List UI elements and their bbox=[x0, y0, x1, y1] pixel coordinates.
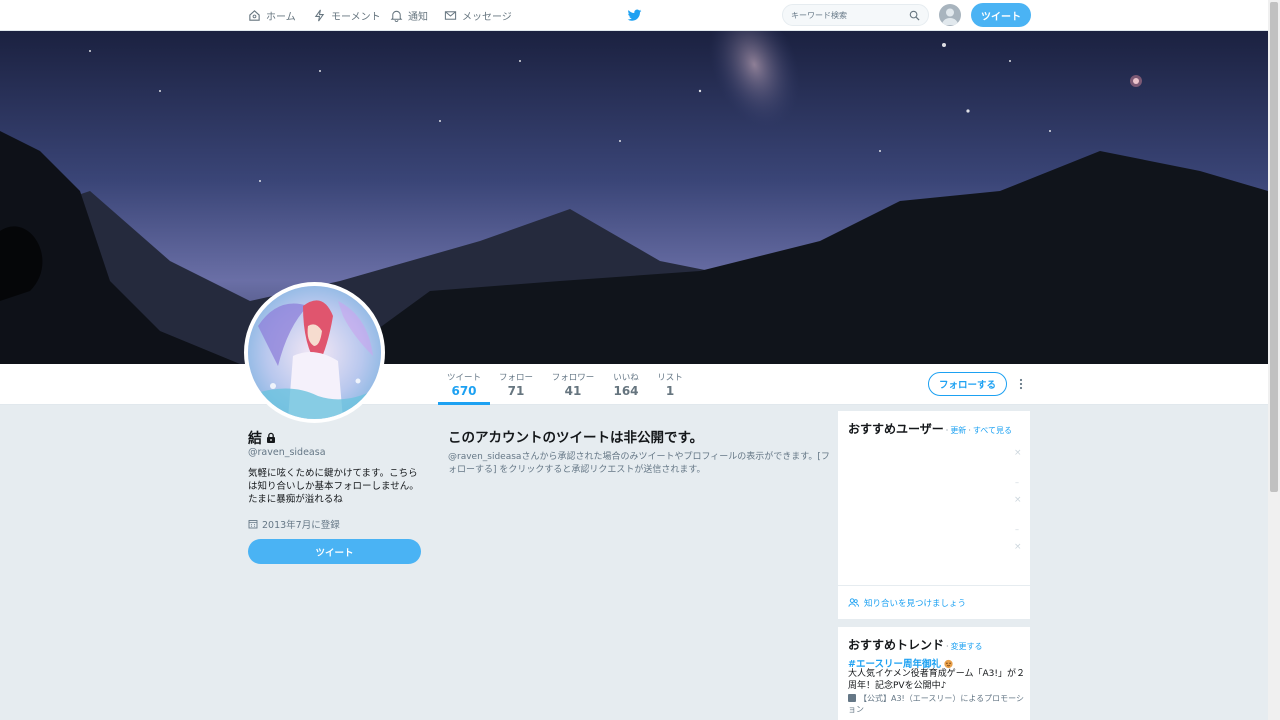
separator-dot: · bbox=[945, 426, 949, 435]
trends-title: おすすめトレンド bbox=[848, 638, 945, 652]
stat-value: 71 bbox=[507, 384, 525, 398]
more-options-icon[interactable] bbox=[1017, 378, 1025, 390]
envelope-icon bbox=[444, 11, 457, 20]
find-friends-link[interactable]: 知り合いを見つけましょう bbox=[838, 585, 1030, 619]
nav-home[interactable]: ホーム bbox=[248, 0, 296, 31]
who-to-follow-header: おすすめユーザー · 更新 · すべて見る bbox=[848, 420, 1012, 437]
trend-promo-text: 【公式】A3!（エースリー）によるプロモーション bbox=[848, 694, 1024, 714]
trends-card: おすすめトレンド · 変更する #エースリー周年御礼 大人気イケメン役者育成ゲー… bbox=[838, 627, 1030, 720]
stat-lists[interactable]: リスト 1 bbox=[653, 371, 687, 398]
nav-messages-label: メッセージ bbox=[462, 12, 512, 23]
trend-emoji-icon bbox=[944, 659, 953, 668]
nav-moments[interactable]: モーメント bbox=[313, 0, 381, 31]
profile-handle[interactable]: @raven_sideasa bbox=[248, 447, 326, 458]
stat-label: フォロワー bbox=[551, 373, 595, 383]
stat-value: 670 bbox=[451, 384, 477, 398]
stat-following[interactable]: フォロー 71 bbox=[496, 371, 536, 398]
search-box bbox=[782, 4, 929, 26]
default-avatar-icon bbox=[942, 8, 958, 25]
stat-tweets[interactable]: ツイート 670 bbox=[438, 371, 490, 398]
nav-moments-label: モーメント bbox=[331, 12, 381, 23]
lightning-icon bbox=[314, 9, 325, 22]
dismiss-icon[interactable]: × bbox=[1014, 495, 1022, 505]
profile-nav-bar: ツイート 670 フォロー 71 フォロワー 41 いいね 164 リスト 1 bbox=[0, 364, 1268, 405]
nav-notifications[interactable]: 通知 bbox=[390, 0, 428, 31]
active-tab-indicator bbox=[438, 402, 490, 405]
nav-messages[interactable]: メッセージ bbox=[444, 0, 512, 31]
tweet-compose-button[interactable]: ツイート bbox=[971, 3, 1031, 27]
placeholder-dash: – bbox=[1015, 478, 1019, 487]
stat-label: リスト bbox=[657, 373, 683, 383]
stat-value: 164 bbox=[613, 384, 639, 398]
promoted-icon bbox=[848, 694, 856, 702]
protected-notice-title: このアカウントのツイートは非公開です。 bbox=[448, 430, 704, 446]
nav-home-label: ホーム bbox=[266, 12, 296, 23]
home-icon bbox=[249, 10, 260, 21]
nav-notifications-label: 通知 bbox=[408, 12, 428, 23]
protected-notice-body: @raven_sideasaさんから承認された場合のみツイートやプロフィールの表… bbox=[448, 452, 830, 475]
page-scrollbar[interactable] bbox=[1268, 0, 1280, 720]
scrollbar-thumb[interactable] bbox=[1270, 2, 1278, 492]
stat-value: 1 bbox=[665, 384, 675, 398]
trend-promotion: 【公式】A3!（エースリー）によるプロモーション bbox=[848, 693, 1026, 715]
placeholder-dash: – bbox=[1015, 525, 1019, 534]
dismiss-icon[interactable]: × bbox=[1014, 542, 1022, 552]
find-friends-label: 知り合いを見つけましょう bbox=[864, 598, 967, 609]
calendar-icon bbox=[248, 520, 258, 529]
tweet-to-user-button[interactable]: ツイート bbox=[248, 539, 421, 564]
trends-header: おすすめトレンド · 変更する bbox=[848, 636, 983, 653]
follow-button[interactable]: フォローする bbox=[928, 372, 1007, 396]
separator-dot: · bbox=[946, 642, 949, 651]
profile-avatar[interactable] bbox=[244, 282, 385, 423]
profile-joined: 2013年7月に登録 bbox=[248, 517, 340, 531]
stat-likes[interactable]: いいね 164 bbox=[609, 371, 643, 398]
twitter-bird-icon[interactable] bbox=[627, 8, 642, 23]
stat-value: 41 bbox=[564, 384, 582, 398]
profile-name: 結 bbox=[248, 431, 262, 447]
lock-icon bbox=[267, 432, 275, 443]
stat-label: いいね bbox=[613, 373, 639, 383]
refresh-link[interactable]: 更新 bbox=[950, 425, 966, 436]
account-avatar[interactable] bbox=[939, 4, 961, 26]
stat-label: ツイート bbox=[446, 373, 481, 383]
bell-icon bbox=[390, 10, 403, 22]
stat-label: フォロー bbox=[498, 373, 533, 383]
dismiss-icon[interactable]: × bbox=[1014, 448, 1022, 458]
search-icon[interactable] bbox=[909, 10, 920, 21]
who-to-follow-title: おすすめユーザー bbox=[848, 422, 944, 436]
who-to-follow-card: おすすめユーザー · 更新 · すべて見る × – × – × 知り合いを見つけ… bbox=[838, 411, 1030, 619]
profile-name-row: 結 bbox=[248, 428, 277, 448]
view-all-link[interactable]: すべて見る bbox=[973, 425, 1012, 436]
trend-description: 大人気イケメン役者育成ゲーム「A3!」が２周年！記念PVを公開中♪ bbox=[848, 669, 1025, 691]
people-icon bbox=[848, 598, 859, 607]
profile-bio: 気軽に呟くために鍵かけてます。こちらは知り合いしか基本フォローしません。たまに暴… bbox=[248, 468, 419, 505]
anime-avatar-image bbox=[248, 286, 381, 419]
stat-followers[interactable]: フォロワー 41 bbox=[549, 371, 597, 398]
top-navigation-bar: ホーム モーメント 通知 メッセージ ツイート bbox=[0, 0, 1268, 31]
separator-dot: · bbox=[968, 426, 971, 435]
profile-header-image bbox=[0, 31, 1268, 364]
search-input[interactable] bbox=[791, 8, 906, 23]
joined-text: 2013年7月に登録 bbox=[262, 520, 340, 531]
change-trends-link[interactable]: 変更する bbox=[951, 641, 983, 652]
